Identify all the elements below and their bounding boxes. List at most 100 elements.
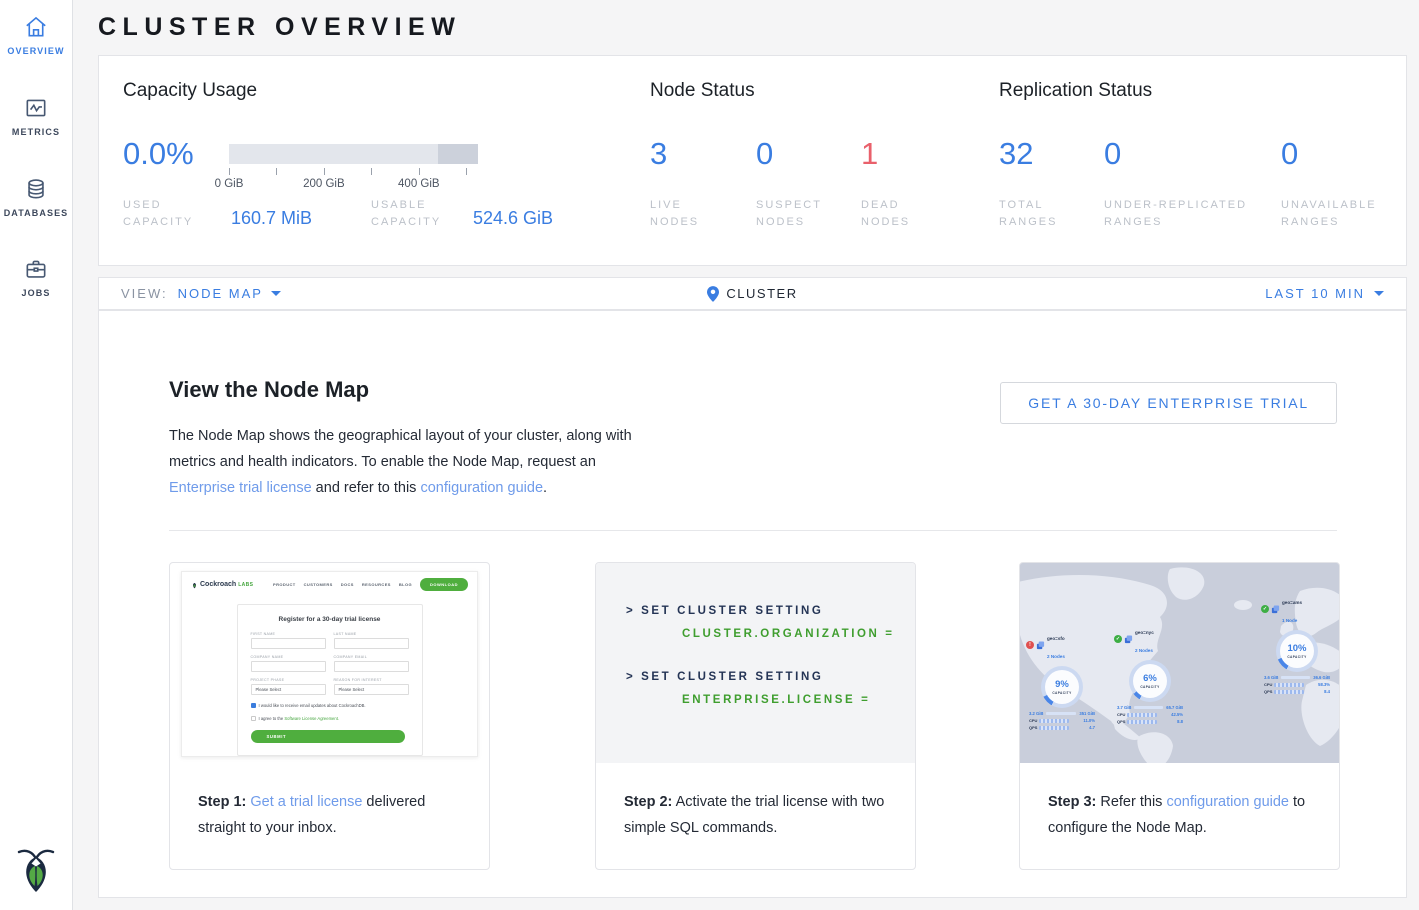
dead-nodes-label: DEADNODES (861, 197, 910, 231)
get-enterprise-trial-button[interactable]: GET A 30-DAY ENTERPRISE TRIAL (1000, 382, 1337, 424)
step2-thumbnail: > SET CLUSTER SETTING CLUSTER.ORGANIZATI… (596, 563, 915, 763)
project-phase-select: Please Select (251, 684, 326, 695)
gauge-usable-segment (229, 144, 438, 164)
capacity-ring: 6%CAPACITY (1129, 660, 1171, 702)
database-icon (23, 176, 49, 202)
divider (169, 530, 1337, 531)
minisite-header: Cockroach LABS PRODUCT CUSTOMERS DOCS RE… (182, 572, 477, 591)
sidebar-item-metrics[interactable]: METRICS (0, 95, 72, 137)
used-capacity-label: USEDCAPACITY (123, 197, 193, 231)
sidebar-item-label: JOBS (0, 288, 72, 298)
reason-select: Please Select (334, 684, 409, 695)
total-ranges-value: 32 (999, 136, 1033, 172)
content: CLUSTER OVERVIEW Capacity Usage 0.0% 0 G… (73, 0, 1419, 910)
gauge-tick-labels: 0 GiB 200 GiB 400 GiB (229, 178, 478, 192)
map-node-nyc: ✓ geo=nyc2 Nodes 6%CAPACITY 3.7 GiB65.7 … (1114, 621, 1186, 724)
breadcrumb[interactable]: CLUSTER (99, 278, 1406, 309)
sidebar-item-label: OVERVIEW (0, 46, 72, 56)
node-map-panel: View the Node Map The Node Map shows the… (98, 310, 1407, 898)
form-title: Register for a 30-day trial license (251, 616, 409, 623)
usable-capacity-value: 524.6 GiB (473, 208, 553, 229)
step2-card: > SET CLUSTER SETTING CLUSTER.ORGANIZATI… (595, 562, 916, 870)
suspect-nodes-value: 0 (756, 136, 773, 172)
node-map-thumbnail: ! geo=sfo2 Nodes 9%CAPACITY 3.2 GiB351 G… (1020, 563, 1339, 763)
trial-registration-form: Register for a 30-day trial license FIRS… (237, 604, 423, 756)
capacity-percent: 0.0% (123, 136, 194, 172)
step1-card: Cockroach LABS PRODUCT CUSTOMERS DOCS RE… (169, 562, 490, 870)
map-node-ams: ✓ geo=ams1 Node 10%CAPACITY 3.6 GiB36.6 … (1261, 591, 1333, 694)
cockroachdb-logo (13, 844, 59, 896)
sidebar-item-label: DATABASES (0, 208, 72, 218)
briefcase-icon (23, 256, 49, 282)
email-updates-checkbox (251, 703, 256, 708)
metrics-chart-icon (23, 95, 49, 121)
node-cube-icon (1124, 635, 1133, 644)
tick-label: 0 GiB (215, 178, 244, 190)
capacity-ring: 10%CAPACITY (1276, 630, 1318, 672)
submit-button: SUBMIT (251, 730, 405, 743)
capacity-usage-title: Capacity Usage (123, 80, 257, 102)
node-cube-icon (1036, 641, 1045, 650)
company-name-field (251, 661, 326, 672)
sidebar: OVERVIEW METRICS DATABASES JOBS (0, 0, 73, 910)
company-email-field (334, 661, 409, 672)
app-root: OVERVIEW METRICS DATABASES JOBS (0, 0, 1419, 910)
under-replicated-ranges-label: UNDER-REPLICATEDRANGES (1104, 197, 1247, 231)
tick-label: 200 GiB (303, 178, 345, 190)
get-trial-license-link[interactable]: Get a trial license (250, 794, 362, 810)
dead-nodes-value: 1 (861, 136, 878, 172)
minisite-nav: PRODUCT CUSTOMERS DOCS RESOURCES BLOG DO… (273, 578, 468, 591)
map-node-sfo: ! geo=sfo2 Nodes 9%CAPACITY 3.2 GiB351 G… (1026, 627, 1098, 730)
map-pin-icon (707, 286, 719, 302)
usable-capacity-label: USABLECAPACITY (371, 197, 441, 231)
unavailable-ranges-value: 0 (1281, 136, 1298, 172)
configuration-guide-link[interactable]: configuration guide (1166, 794, 1289, 810)
sidebar-item-databases[interactable]: DATABASES (0, 176, 72, 218)
license-agreement-checkbox (251, 716, 256, 721)
node-cube-icon (1271, 605, 1280, 614)
live-status-badge: ✓ (1114, 635, 1122, 643)
software-license-link: Software License Agreement. (284, 716, 339, 721)
tick-label: 400 GiB (398, 178, 440, 190)
enterprise-trial-license-link[interactable]: Enterprise trial license (169, 480, 312, 496)
live-nodes-label: LIVENODES (650, 197, 699, 231)
registration-screenshot: Cockroach LABS PRODUCT CUSTOMERS DOCS RE… (181, 571, 478, 757)
total-ranges-label: TOTALRANGES (999, 197, 1057, 231)
capacity-gauge-bar (229, 144, 478, 164)
sql-argument: ENTERPRISE.LICENSE = (682, 694, 915, 706)
sidebar-item-overview[interactable]: OVERVIEW (0, 14, 72, 56)
time-range-value: LAST 10 MIN (1265, 286, 1365, 301)
configuration-guide-link[interactable]: configuration guide (420, 480, 543, 496)
live-status-badge: ✓ (1261, 605, 1269, 613)
breadcrumb-cluster-label: CLUSTER (726, 286, 797, 301)
node-map-description: The Node Map shows the geographical layo… (169, 423, 637, 501)
sql-command: > SET CLUSTER SETTING (626, 671, 915, 683)
home-icon (23, 14, 49, 40)
under-replicated-ranges-value: 0 (1104, 136, 1121, 172)
cockroach-labs-logo: Cockroach LABS (191, 581, 253, 589)
sql-argument: CLUSTER.ORGANIZATION = (682, 628, 915, 640)
capacity-gauge: 0 GiB 200 GiB 400 GiB (229, 144, 478, 192)
suspect-nodes-label: SUSPECTNODES (756, 197, 822, 231)
sidebar-item-jobs[interactable]: JOBS (0, 256, 72, 298)
first-name-field (251, 638, 326, 649)
capacity-ring: 9%CAPACITY (1041, 666, 1083, 708)
step1-thumbnail: Cockroach LABS PRODUCT CUSTOMERS DOCS RE… (170, 563, 489, 763)
step3-card: ! geo=sfo2 Nodes 9%CAPACITY 3.2 GiB351 G… (1019, 562, 1340, 870)
node-map-heading: View the Node Map (169, 377, 369, 403)
live-nodes-value: 3 (650, 136, 667, 172)
step2-caption: Step 2: Activate the trial license with … (596, 763, 915, 841)
last-name-field (334, 638, 409, 649)
page-title: CLUSTER OVERVIEW (98, 13, 461, 42)
chevron-down-icon (1374, 291, 1384, 296)
time-range-dropdown[interactable]: LAST 10 MIN (1265, 278, 1384, 309)
unavailable-ranges-label: UNAVAILABLERANGES (1281, 197, 1377, 231)
download-button: DOWNLOAD (420, 578, 468, 591)
gauge-ticks (229, 168, 478, 178)
cluster-summary-panel: Capacity Usage 0.0% 0 GiB 200 GiB 400 Gi… (98, 55, 1407, 266)
step3-caption: Step 3: Refer this configuration guide t… (1020, 763, 1339, 841)
used-capacity-value: 160.7 MiB (231, 208, 312, 229)
sql-command: > SET CLUSTER SETTING (626, 605, 915, 617)
dead-status-badge: ! (1026, 641, 1034, 649)
gauge-reserved-segment (438, 144, 478, 164)
